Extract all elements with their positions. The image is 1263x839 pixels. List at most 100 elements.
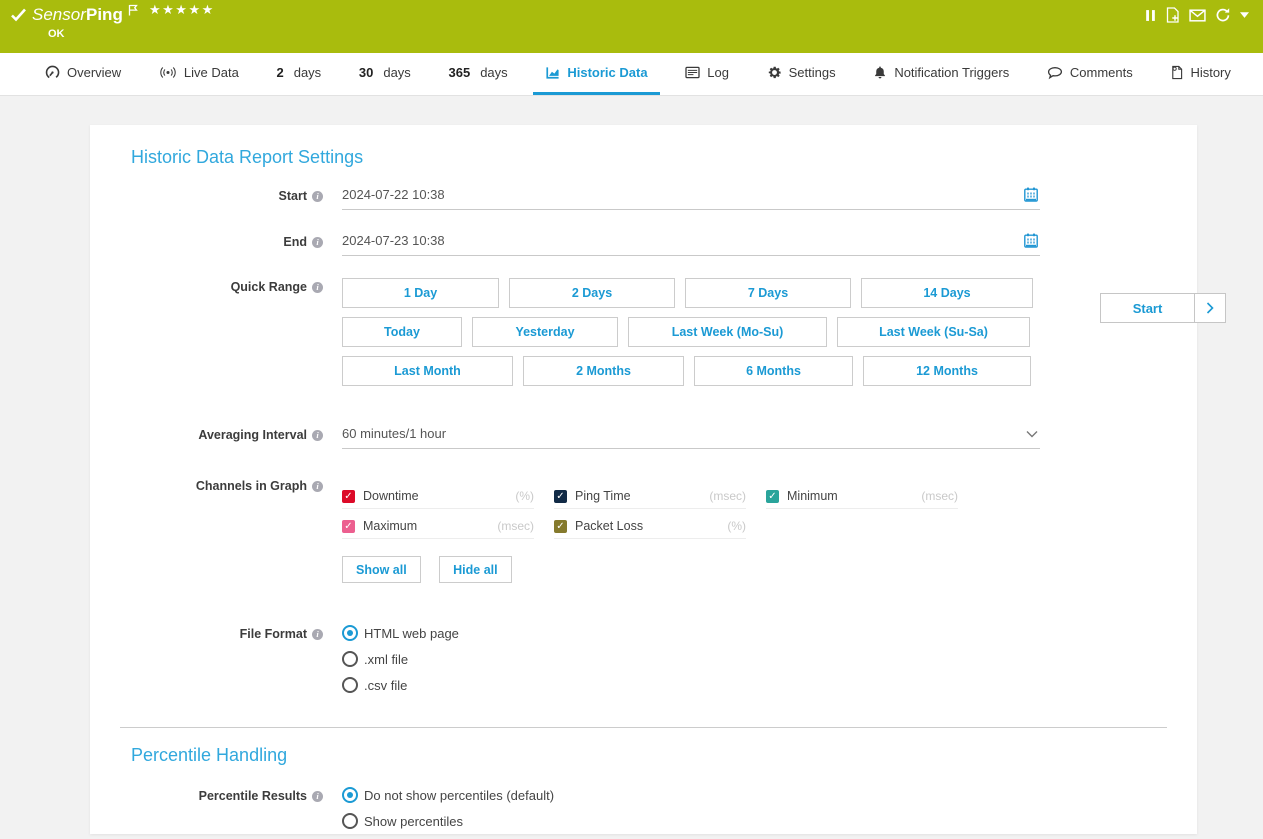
channels-row: Channels in Graph i Downtime (%) Ping Ti… <box>90 477 1197 583</box>
end-date-value: 2024-07-23 10:38 <box>342 233 445 248</box>
tab-2-days[interactable]: 2 days <box>264 53 333 95</box>
hide-all-button[interactable]: Hide all <box>439 556 511 583</box>
start-button-chevron[interactable] <box>1194 294 1225 322</box>
channel-checkbox[interactable] <box>554 490 567 503</box>
quick-range-14-days[interactable]: 14 Days <box>861 278 1033 308</box>
bell-icon <box>873 65 887 80</box>
quick-range-2-months[interactable]: 2 Months <box>523 356 684 386</box>
radio-do-not-show-percentiles[interactable] <box>342 787 358 803</box>
quick-range-1-day[interactable]: 1 Day <box>342 278 499 308</box>
run-report-start-button[interactable]: Start <box>1100 293 1226 323</box>
tab-label: Live Data <box>184 65 239 80</box>
channel-name: Minimum <box>787 489 838 503</box>
live-data-icon <box>159 66 177 79</box>
quick-range-12-months[interactable]: 12 Months <box>863 356 1031 386</box>
log-icon <box>685 66 700 79</box>
sensor-name: Ping <box>86 5 123 25</box>
info-icon[interactable]: i <box>312 791 323 802</box>
report-settings-title: Historic Data Report Settings <box>131 125 1197 168</box>
email-icon[interactable] <box>1189 9 1206 22</box>
percentile-handling-title: Percentile Handling <box>131 745 1197 766</box>
tab-label: Notification Triggers <box>894 65 1009 80</box>
add-report-icon[interactable] <box>1165 7 1180 23</box>
quick-range-yesterday[interactable]: Yesterday <box>472 317 618 347</box>
end-row: End i 2024-07-23 10:38 <box>90 233 1197 256</box>
tab-number: 2 <box>276 65 283 80</box>
channel-name: Downtime <box>363 489 419 503</box>
radio-label: .xml file <box>364 652 408 667</box>
end-date-input[interactable]: 2024-07-23 10:38 <box>342 233 1040 256</box>
channel-unit: (msec) <box>497 519 534 533</box>
tab-history[interactable]: History <box>1158 53 1242 95</box>
calendar-icon[interactable] <box>1024 233 1038 248</box>
averaging-interval-row: Averaging Interval i 60 minutes/1 hour <box>90 426 1197 449</box>
percentile-results-label: Percentile Results <box>199 789 307 803</box>
quick-range-last-month[interactable]: Last Month <box>342 356 513 386</box>
radio-label: HTML web page <box>364 626 459 641</box>
section-divider <box>120 727 1167 728</box>
info-icon[interactable]: i <box>312 481 323 492</box>
channel-unit: (%) <box>515 489 534 503</box>
sensor-header: Sensor Ping ★★★★★ OK <box>0 0 1263 53</box>
radio-show-percentiles[interactable] <box>342 813 358 829</box>
info-icon[interactable]: i <box>312 237 323 248</box>
radio-xml-file[interactable] <box>342 651 358 667</box>
sensor-status-badge: OK <box>48 28 65 40</box>
info-icon[interactable]: i <box>312 430 323 441</box>
tab-bar: Overview Live Data 2 days 30 days 365 da… <box>0 53 1263 96</box>
refresh-icon[interactable] <box>1215 7 1231 23</box>
channel-unit: (msec) <box>921 489 958 503</box>
comment-icon <box>1047 66 1063 80</box>
tab-settings[interactable]: Settings <box>755 53 848 95</box>
flag-icon[interactable] <box>128 4 138 16</box>
tab-comments[interactable]: Comments <box>1035 53 1145 95</box>
quick-range-today[interactable]: Today <box>342 317 462 347</box>
averaging-interval-label: Averaging Interval <box>198 428 307 442</box>
file-format-row: File Format i HTML web page .xml file .c… <box>90 625 1197 703</box>
start-button-label[interactable]: Start <box>1101 294 1194 322</box>
tab-30-days[interactable]: 30 days <box>347 53 423 95</box>
start-date-value: 2024-07-22 10:38 <box>342 187 445 202</box>
radio-html-web-page[interactable] <box>342 625 358 641</box>
info-icon[interactable]: i <box>312 282 323 293</box>
quick-range-last-week-mo-su[interactable]: Last Week (Mo-Su) <box>628 317 827 347</box>
channel-unit: (%) <box>727 519 746 533</box>
quick-range-last-week-su-sa[interactable]: Last Week (Su-Sa) <box>837 317 1030 347</box>
tab-label: days <box>480 65 507 80</box>
tab-label: Log <box>707 65 729 80</box>
quick-range-7-days[interactable]: 7 Days <box>685 278 851 308</box>
channel-checkbox[interactable] <box>554 520 567 533</box>
tab-label: History <box>1190 65 1230 80</box>
radio-label: .csv file <box>364 678 407 693</box>
channel-maximum: Maximum (msec) <box>342 519 534 539</box>
info-icon[interactable]: i <box>312 629 323 640</box>
chart-icon <box>545 65 560 80</box>
show-all-button[interactable]: Show all <box>342 556 421 583</box>
historic-data-panel: Historic Data Report Settings Start i 20… <box>90 125 1197 834</box>
channel-name: Ping Time <box>575 489 631 503</box>
tab-365-days[interactable]: 365 days <box>437 53 520 95</box>
channel-checkbox[interactable] <box>766 490 779 503</box>
tab-live-data[interactable]: Live Data <box>147 53 251 95</box>
pause-icon[interactable] <box>1145 9 1156 22</box>
tab-historic-data[interactable]: Historic Data <box>533 53 659 95</box>
radio-csv-file[interactable] <box>342 677 358 693</box>
info-icon[interactable]: i <box>312 191 323 202</box>
quick-range-6-months[interactable]: 6 Months <box>694 356 853 386</box>
channel-checkbox[interactable] <box>342 490 355 503</box>
calendar-icon[interactable] <box>1024 187 1038 202</box>
channel-checkbox[interactable] <box>342 520 355 533</box>
priority-stars[interactable]: ★★★★★ <box>149 2 215 18</box>
tab-log[interactable]: Log <box>673 53 741 95</box>
channel-packet-loss: Packet Loss (%) <box>554 519 746 539</box>
chevron-down-icon[interactable] <box>1240 12 1249 18</box>
tab-overview[interactable]: Overview <box>33 53 133 95</box>
start-date-input[interactable]: 2024-07-22 10:38 <box>342 187 1040 210</box>
tab-label: Overview <box>67 65 121 80</box>
quick-range-2-days[interactable]: 2 Days <box>509 278 675 308</box>
quick-range-label: Quick Range <box>231 280 307 294</box>
averaging-interval-select[interactable]: 60 minutes/1 hour <box>342 426 1040 449</box>
tab-label: days <box>383 65 410 80</box>
tab-notification-triggers[interactable]: Notification Triggers <box>861 53 1021 95</box>
gear-icon <box>767 65 782 80</box>
